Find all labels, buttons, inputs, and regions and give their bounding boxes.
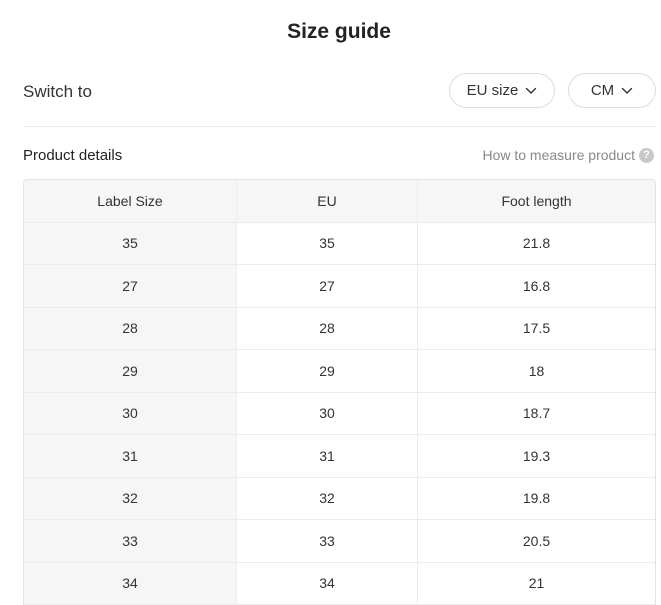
cell-label-size: 33 bbox=[24, 520, 237, 562]
cell-label-size: 31 bbox=[24, 435, 237, 477]
table-row: 27 27 16.8 bbox=[24, 265, 655, 308]
cell-foot-length: 20.5 bbox=[522, 532, 551, 549]
cell-eu: 31 bbox=[237, 435, 418, 477]
cell-label-size: 29 bbox=[24, 350, 237, 392]
cell-label-size: 35 bbox=[24, 222, 237, 264]
cell-foot-length: 21.8 bbox=[522, 235, 551, 252]
cell-eu: 35 bbox=[237, 222, 418, 264]
cell-foot-length: 16.8 bbox=[522, 277, 551, 294]
cell-foot-length: 17.5 bbox=[522, 320, 551, 337]
cell-eu: 32 bbox=[237, 477, 418, 519]
cell-eu: 27 bbox=[237, 265, 418, 307]
table-row: 34 34 21 bbox=[24, 562, 655, 605]
size-guide-title: Size guide bbox=[287, 20, 391, 43]
cell-foot-length: 19.3 bbox=[522, 447, 551, 464]
question-circle-icon[interactable]: ? bbox=[639, 147, 654, 163]
switch-row: Switch to EU size CM bbox=[23, 73, 656, 110]
cell-label-size: 28 bbox=[24, 307, 237, 349]
cell-eu: 30 bbox=[237, 392, 418, 434]
header-label-size: Label Size bbox=[24, 180, 237, 222]
cell-eu: 33 bbox=[237, 520, 418, 562]
table-header-row: Label Size EU Foot length bbox=[24, 180, 655, 223]
size-table: Label Size EU Foot length 35 35 21.8 27 … bbox=[23, 179, 656, 605]
cell-foot-length: 18 bbox=[528, 362, 545, 379]
table-row: 29 29 18 bbox=[24, 350, 655, 393]
unit-value: CM bbox=[590, 82, 615, 99]
section-divider bbox=[23, 126, 656, 127]
chevron-down-icon bbox=[526, 87, 537, 94]
table-row: 31 31 19.3 bbox=[24, 435, 655, 478]
switch-to-label: Switch to bbox=[23, 82, 92, 101]
unit-dropdown[interactable]: CM bbox=[568, 73, 656, 108]
how-to-measure-text: How to measure product bbox=[482, 147, 635, 163]
table-row: 30 30 18.7 bbox=[24, 392, 655, 435]
product-details-label: Product details bbox=[23, 147, 123, 164]
cell-label-size: 27 bbox=[24, 265, 237, 307]
size-system-value: EU size bbox=[466, 82, 519, 99]
cell-eu: 34 bbox=[237, 562, 418, 604]
cell-foot-length: 19.8 bbox=[522, 490, 551, 507]
table-row: 32 32 19.8 bbox=[24, 477, 655, 520]
table-row: 35 35 21.8 bbox=[24, 222, 655, 265]
cell-eu: 29 bbox=[237, 350, 418, 392]
cell-foot-length: 21 bbox=[528, 575, 545, 592]
chevron-down-icon bbox=[621, 87, 633, 94]
how-to-measure-link[interactable]: How to measure product ? bbox=[482, 147, 654, 163]
header-foot-length: Foot length bbox=[418, 180, 655, 222]
size-system-dropdown[interactable]: EU size bbox=[449, 73, 555, 108]
cell-label-size: 30 bbox=[24, 392, 237, 434]
header-eu: EU bbox=[237, 180, 418, 222]
table-row: 28 28 17.5 bbox=[24, 307, 655, 350]
cell-eu: 28 bbox=[237, 307, 418, 349]
cell-label-size: 34 bbox=[24, 562, 237, 604]
table-row: 33 33 20.5 bbox=[24, 520, 655, 563]
cell-label-size: 32 bbox=[24, 477, 237, 519]
cell-foot-length: 18.7 bbox=[522, 405, 551, 422]
